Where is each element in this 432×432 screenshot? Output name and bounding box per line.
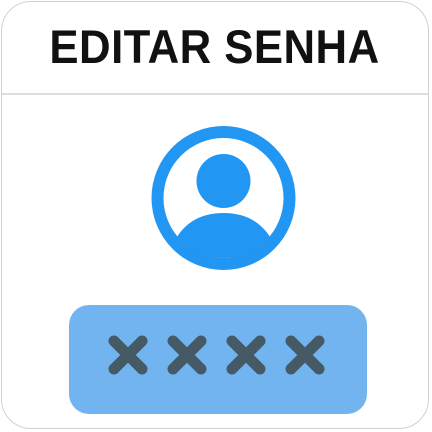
edit-password-card: EDITAR SENHA — [1, 1, 429, 429]
user-circle-icon — [151, 126, 296, 270]
page-title: EDITAR SENHA — [49, 20, 381, 73]
password-field[interactable] — [69, 305, 367, 414]
masked-password-icon — [108, 335, 325, 375]
card-header: EDITAR SENHA — [2, 2, 428, 95]
